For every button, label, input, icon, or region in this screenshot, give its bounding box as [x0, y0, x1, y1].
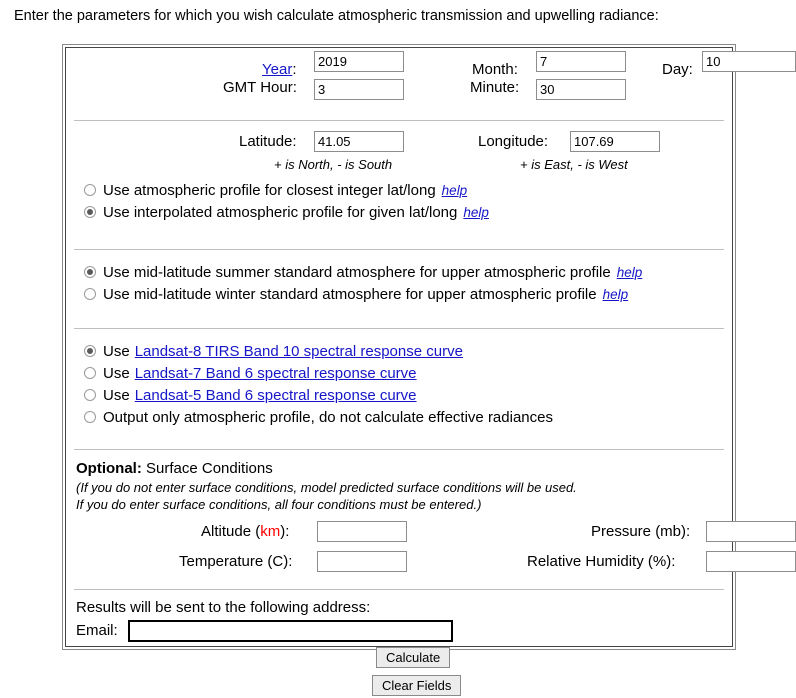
clear-fields-button[interactable]: Clear Fields [372, 675, 462, 696]
spectral-option-l5[interactable]: Use Landsat-5 Band 6 spectral response c… [66, 384, 732, 406]
longitude-input[interactable] [570, 131, 660, 152]
std-atmos-option-winter-label: Use mid-latitude winter standard atmosph… [103, 285, 597, 303]
profile-option-closest-radio[interactable] [84, 184, 96, 196]
spectral-option-l7-link[interactable]: Landsat-7 Band 6 spectral response curve [135, 365, 417, 382]
minute-input[interactable] [536, 79, 626, 100]
gmt-hour-label: GMT Hour: [223, 79, 297, 96]
altitude-label-pre: Altitude ( [201, 523, 261, 540]
pressure-input[interactable] [706, 521, 796, 542]
humidity-label: Relative Humidity (%): [527, 553, 676, 570]
surface-heading-optional: Optional: [76, 460, 142, 477]
year-label-wrap: Year: [262, 61, 296, 78]
spectral-option-profile-only[interactable]: Output only atmospheric profile, do not … [66, 406, 732, 428]
profile-option-closest-help-link[interactable]: help [442, 183, 468, 198]
section-surface-conditions: Optional: Surface Conditions (If you do … [66, 450, 796, 585]
surface-heading-rest: Surface Conditions [141, 460, 273, 477]
section-email-submit: Results will be sent to the following ad… [66, 590, 732, 698]
email-label: Email: [76, 622, 118, 639]
std-atmos-option-winter-radio[interactable] [84, 288, 96, 300]
minute-label: Minute: [470, 79, 520, 96]
latitude-note: + is North, - is South [274, 157, 393, 172]
spectral-option-l7-prefix: Use [103, 364, 130, 382]
altitude-label: Altitude (km): [201, 523, 289, 540]
spectral-option-l5-prefix: Use [103, 386, 130, 404]
spectral-option-l8-link[interactable]: Landsat-8 TIRS Band 10 spectral response… [135, 343, 463, 360]
surface-heading: Optional: Surface Conditions [76, 459, 732, 479]
altitude-input[interactable] [317, 521, 407, 542]
profile-option-interpolated[interactable]: Use interpolated atmospheric profile for… [66, 201, 732, 223]
profile-option-closest[interactable]: Use atmospheric profile for closest inte… [66, 179, 732, 201]
std-atmos-option-summer-help-link[interactable]: help [617, 265, 643, 280]
profile-option-interpolated-label: Use interpolated atmospheric profile for… [103, 203, 458, 221]
temperature-label: Temperature (C): [179, 553, 293, 570]
year-input[interactable] [314, 51, 404, 72]
altitude-label-post: ): [280, 523, 290, 540]
profile-option-interpolated-radio[interactable] [84, 206, 96, 218]
month-input[interactable] [536, 51, 626, 72]
results-note: Results will be sent to the following ad… [76, 599, 371, 616]
day-label: Day: [662, 60, 693, 78]
day-input[interactable] [702, 51, 796, 72]
email-input[interactable] [128, 620, 453, 642]
pressure-label: Pressure (mb): [591, 523, 691, 540]
latitude-input[interactable] [314, 131, 404, 152]
month-label: Month: [472, 60, 518, 78]
surface-note-line-2: If you do enter surface conditions, all … [76, 497, 482, 512]
gmt-hour-input[interactable] [314, 79, 404, 100]
spectral-option-profile-only-radio[interactable] [84, 411, 96, 423]
humidity-input[interactable] [706, 551, 796, 572]
section-spectral-response: Use Landsat-8 TIRS Band 10 spectral resp… [66, 329, 732, 438]
std-atmos-option-summer[interactable]: Use mid-latitude summer standard atmosph… [66, 261, 732, 283]
spectral-option-l7[interactable]: Use Landsat-7 Band 6 spectral response c… [66, 362, 732, 384]
page-intro-text: Enter the parameters for which you wish … [14, 8, 659, 24]
form-inner-border: Year: Month: Day: GMT Hour: Minute: Lati… [65, 47, 796, 696]
longitude-note: + is East, - is West [520, 157, 628, 172]
spectral-option-l5-link[interactable]: Landsat-5 Band 6 spectral response curve [135, 387, 417, 404]
profile-option-closest-label: Use atmospheric profile for closest inte… [103, 181, 436, 199]
temperature-input[interactable] [317, 551, 407, 572]
parameters-form: Year: Month: Day: GMT Hour: Minute: Lati… [62, 44, 796, 696]
latitude-label: Latitude: [239, 133, 297, 150]
spectral-option-l5-radio[interactable] [84, 389, 96, 401]
spectral-option-l8[interactable]: Use Landsat-8 TIRS Band 10 spectral resp… [66, 340, 732, 362]
year-colon: : [292, 60, 297, 78]
std-atmos-option-summer-radio[interactable] [84, 266, 96, 278]
section-datetime: Year: Month: Day: GMT Hour: Minute: [66, 48, 796, 110]
section-standard-atmosphere: Use mid-latitude summer standard atmosph… [66, 250, 732, 317]
section-location: Latitude: Longitude: + is North, - is So… [66, 121, 732, 237]
datetime-row-2: GMT Hour: Minute: [66, 79, 732, 110]
calculate-button[interactable]: Calculate [376, 647, 451, 668]
std-atmos-option-winter-help-link[interactable]: help [603, 287, 629, 302]
spectral-option-l7-radio[interactable] [84, 367, 96, 379]
longitude-label: Longitude: [478, 133, 549, 150]
std-atmos-option-winter[interactable]: Use mid-latitude winter standard atmosph… [66, 283, 732, 305]
spectral-option-profile-only-label: Output only atmospheric profile, do not … [103, 408, 553, 426]
profile-option-interpolated-help-link[interactable]: help [463, 205, 489, 220]
spectral-option-l8-radio[interactable] [84, 345, 96, 357]
spectral-option-l8-prefix: Use [103, 342, 130, 360]
surface-note-line-1: (If you do not enter surface conditions,… [76, 480, 577, 495]
std-atmos-option-summer-label: Use mid-latitude summer standard atmosph… [103, 263, 611, 281]
altitude-unit-km: km [260, 523, 281, 540]
year-link[interactable]: Year [262, 61, 292, 78]
